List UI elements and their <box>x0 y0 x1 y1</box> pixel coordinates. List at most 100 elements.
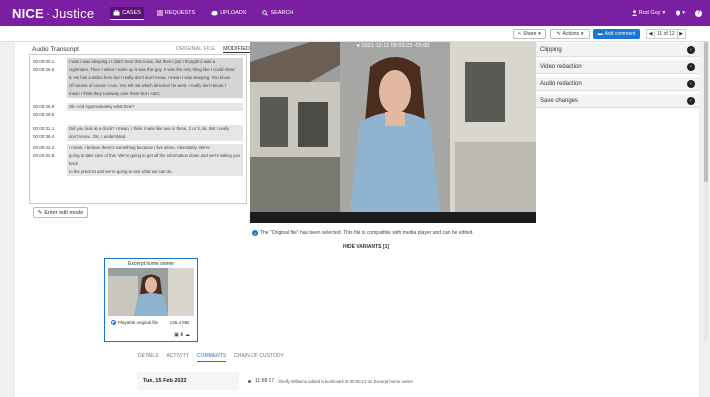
panel-clipping-label: Clipping <box>540 46 562 53</box>
user-icon <box>631 10 637 16</box>
transcript-segment[interactable]: 00:00:26.9 00:00:29.5 Ok. And Approximate… <box>33 103 243 119</box>
edit-icon: ✎ <box>37 209 43 216</box>
bell-icon <box>676 10 681 16</box>
transcript-segment[interactable]: 00:00:00.1 00:00:26.6 I was I was sleepin… <box>33 58 243 98</box>
segment-start: 00:00:42.2 <box>33 145 55 150</box>
transcript-body[interactable]: 00:00:00.1 00:00:26.6 I was I was sleepin… <box>29 54 247 204</box>
panel-clipping[interactable]: Clipping ‹ <box>536 43 699 57</box>
segment-start: 00:00:00.1 <box>33 59 55 64</box>
chevron-left-icon: ‹ <box>687 97 695 105</box>
timeline-dot-icon <box>248 379 251 383</box>
tab-modified[interactable]: MODIFIED <box>223 46 250 53</box>
add-comment-button[interactable]: ▬ Add comment <box>593 29 640 39</box>
excerpt-card[interactable]: Excerpt home owner Playable original fil… <box>104 258 198 342</box>
tab-original-file[interactable]: ORIGINAL FILE <box>176 46 215 52</box>
segment-end: 00:00:52.8 <box>33 153 55 158</box>
panel-save-changes-label: Save changes <box>540 97 579 104</box>
nav-cases[interactable]: CASES <box>110 6 144 20</box>
activity-entry: 11:58:17 Shelly Williams added a bookmar… <box>248 378 413 384</box>
excerpt-title: Excerpt home owner <box>128 261 174 267</box>
nav-uploads[interactable]: UPLOADS <box>208 7 249 19</box>
excerpt-file-option[interactable]: Playable original file <box>111 320 158 325</box>
hide-variants-link[interactable]: HIDE VARIANTS [1] <box>343 244 389 250</box>
user-menu[interactable]: Rod Guy ▾ <box>631 10 666 16</box>
panel-audio-redaction[interactable]: Audio redaction ‹ <box>536 77 699 91</box>
activity-text: Shelly Williams added a bookmark at 00:0… <box>278 378 414 384</box>
segment-end: 00:00:29.5 <box>33 112 55 117</box>
nav-right: Rod Guy ▾ ▾ ? <box>631 9 702 17</box>
segment-timestamps: 00:00:00.1 00:00:26.6 <box>33 58 67 98</box>
actions-button[interactable]: ✎ Actions ▾ <box>550 29 590 39</box>
segment-line: nightmare. Then I when I woke up it was … <box>69 67 235 72</box>
top-nav: NICE · Justice CASES REQUESTS UPLOADS SEAR… <box>0 0 710 26</box>
segment-end: 00:00:26.6 <box>33 67 55 72</box>
segment-timestamps: 00:00:42.2 00:00:52.8 <box>33 144 67 176</box>
transcript-header: Audio Transcript ORIGINAL FILE MODIFIED <box>32 44 250 54</box>
detail-tabs: DETAILS ACTIVITY COMMENTS CHAIN OF CUSTO… <box>138 353 284 362</box>
segment-timestamps: 00:00:26.9 00:00:29.5 <box>33 103 67 119</box>
user-name: Rod Guy <box>638 10 661 16</box>
briefcase-icon <box>113 9 120 15</box>
video-timestamp-text: 2021-12-11 08:53:23 -05:00 <box>361 43 430 49</box>
share-label: Share <box>523 31 537 37</box>
radio-selected-icon[interactable] <box>111 320 116 325</box>
segment-text: Ok. And Approximately what time? <box>67 103 243 111</box>
excerpt-thumbnail[interactable] <box>108 268 194 316</box>
excerpt-file-label: Playable original file <box>118 320 159 325</box>
segment-text: I mean, I believe there's something beca… <box>67 144 243 176</box>
activity-date: Tue, 15 Feb 2022 <box>137 372 239 390</box>
share-button[interactable]: < Share ▾ <box>513 29 546 39</box>
cloud-icon[interactable]: ☁ <box>185 332 191 338</box>
search-icon <box>262 10 269 16</box>
panel-save-changes[interactable]: Save changes ‹ <box>536 94 699 108</box>
prev-page-button[interactable]: ◀ <box>646 29 655 39</box>
edit-button-label: Enter edit mode <box>44 209 84 216</box>
nav-search[interactable]: SEARCH <box>259 7 296 19</box>
tab-comments[interactable]: COMMENTS <box>196 353 227 362</box>
actions-label: Actions <box>562 31 580 37</box>
segment-line: Of course of course I can. You tell me w… <box>69 83 227 88</box>
tab-details[interactable]: DETAILS <box>138 353 158 362</box>
logo-separator: · <box>45 5 51 21</box>
bell-menu[interactable]: ▾ <box>675 10 685 16</box>
transcript-segment[interactable]: 00:00:31.1 00:00:36.4 Did you look at a c… <box>33 125 243 141</box>
segment-line: Ok. And Approximately what time? <box>69 104 135 109</box>
segment-start: 00:00:31.1 <box>33 126 55 131</box>
activity-time: 11:58:17 <box>255 378 275 384</box>
help-icon[interactable]: ? <box>695 9 702 17</box>
scrollbar-thumb[interactable] <box>704 42 708 182</box>
info-message-text: The "Original file" has been selected. T… <box>260 230 474 236</box>
chevron-down-icon: ▾ <box>662 10 666 16</box>
thumbnail-image <box>108 268 194 316</box>
excerpt-file-size: 135.4 MB <box>169 320 189 325</box>
add-comment-label: Add comment <box>604 31 636 37</box>
segment-start: 00:00:26.9 <box>33 104 55 109</box>
pager-count: 11 of 12 <box>655 29 677 39</box>
tab-activity[interactable]: ACTIVITY <box>166 353 189 362</box>
next-page-button[interactable]: ▶ <box>676 29 686 39</box>
nav-requests-label: REQUESTS <box>164 10 196 16</box>
page-scrollbar[interactable] <box>704 42 708 342</box>
nav-search-label: SEARCH <box>270 10 294 16</box>
chevron-left-icon: ‹ <box>687 46 695 54</box>
panel-video-redaction-label: Video redaction <box>540 63 582 70</box>
wrench-icon: ✎ <box>556 31 561 37</box>
video-player[interactable]: ● 2021-12-11 08:53:23 -05:00 <box>250 42 536 223</box>
chevron-left-icon: ‹ <box>687 80 695 88</box>
segment-line: mean I think they runaway over there but… <box>69 91 161 96</box>
segment-text: I was I was sleeping I I didn't hear tha… <box>67 58 243 98</box>
info-message: i The "Original file" has been selected.… <box>252 230 474 236</box>
nav-requests[interactable]: REQUESTS <box>154 7 198 19</box>
video-frame <box>250 42 536 223</box>
chevron-left-icon: ‹ <box>687 63 695 71</box>
segment-timestamps: 00:00:31.1 00:00:36.4 <box>33 125 67 141</box>
list-icon <box>156 10 163 16</box>
cloud-upload-icon <box>211 10 218 16</box>
segment-line: Did you look at a clock? I mean, I think… <box>69 126 230 131</box>
tab-chain-of-custody[interactable]: CHAIN OF CUSTODY <box>234 353 284 362</box>
app-logo[interactable]: NICE · Justice <box>12 6 94 21</box>
comment-icon: ▬ <box>597 31 603 37</box>
transcript-segment[interactable]: 00:00:42.2 00:00:52.8 I mean, I believe t… <box>33 144 243 176</box>
panel-video-redaction[interactable]: Video redaction ‹ <box>536 60 699 74</box>
enter-edit-mode-button[interactable]: ✎ Enter edit mode <box>33 207 88 218</box>
